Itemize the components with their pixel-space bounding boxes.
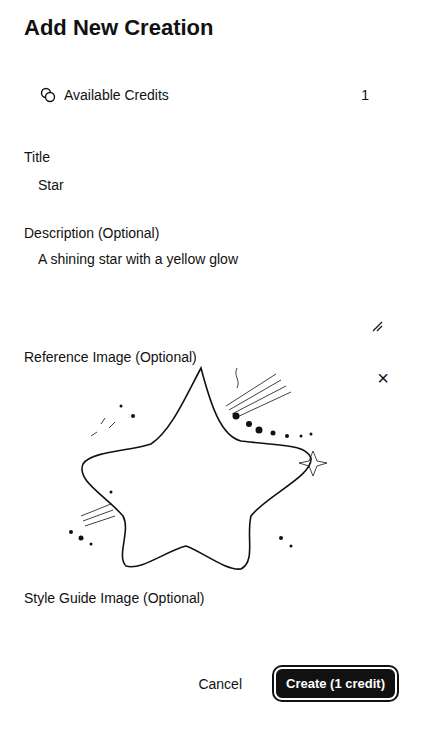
dialog-title: Add New Creation xyxy=(24,14,397,42)
create-button[interactable]: Create (1 credit) xyxy=(274,667,397,700)
description-label: Description (Optional) xyxy=(24,224,397,242)
credits-value: 1 xyxy=(361,87,369,103)
title-input[interactable]: Star xyxy=(24,166,397,200)
star-illustration-icon xyxy=(61,366,361,571)
add-creation-dialog: Add New Creation Available Credits 1 Tit… xyxy=(0,0,421,730)
cancel-button[interactable]: Cancel xyxy=(194,670,246,698)
credits-row: Available Credits 1 xyxy=(24,78,397,112)
coins-icon xyxy=(40,87,56,103)
remove-image-button[interactable]: × xyxy=(373,368,393,388)
dialog-footer: Cancel Create (1 credit) xyxy=(24,667,397,700)
description-textarea[interactable]: A shining star with a yellow glow xyxy=(24,242,397,334)
resize-handle-icon[interactable] xyxy=(371,320,383,332)
reference-image: × xyxy=(24,366,397,571)
description-value: A shining star with a yellow glow xyxy=(38,251,238,267)
credits-label: Available Credits xyxy=(64,87,353,103)
reference-image-label: Reference Image (Optional) xyxy=(24,348,397,366)
style-guide-dropzone[interactable] xyxy=(24,607,397,667)
style-guide-label: Style Guide Image (Optional) xyxy=(24,589,397,607)
title-label: Title xyxy=(24,148,397,166)
